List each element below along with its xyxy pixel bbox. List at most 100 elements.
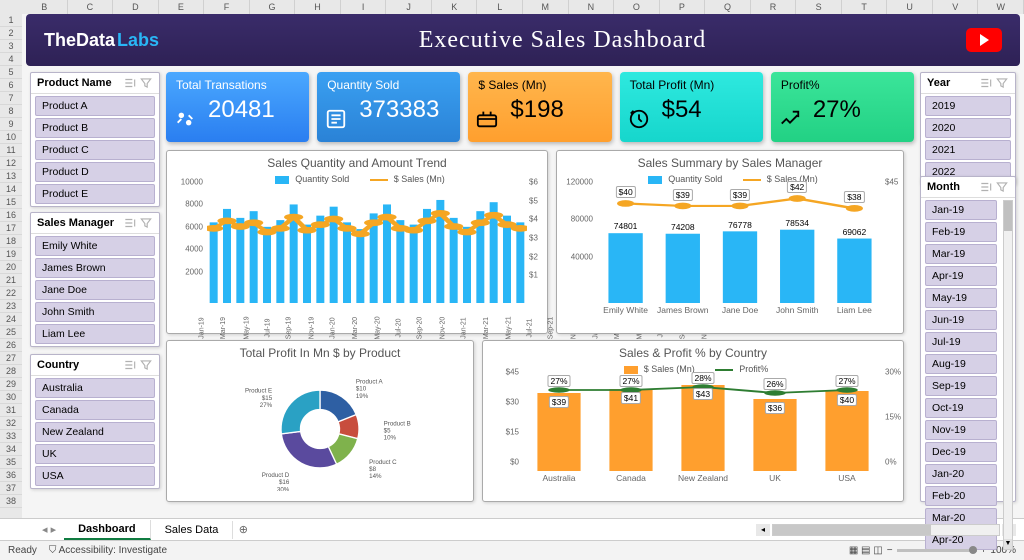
kpi-value: $198 (510, 96, 601, 124)
h-scrollbar[interactable]: ◂▸ (756, 524, 1016, 536)
slicer-country[interactable]: Country AustraliaCanadaNew ZealandUKUSA (30, 354, 160, 489)
slicer-title: Year (927, 77, 977, 89)
chart-plot: 27%27%28%26%27%$39$41$43$36$40 (523, 381, 883, 471)
slicer-item[interactable]: UK (35, 444, 155, 464)
view-icons[interactable]: ▦ ▤ ◫ (849, 545, 883, 556)
clear-filter-icon[interactable] (995, 76, 1009, 90)
slicer-item[interactable]: Jane Doe (35, 280, 155, 300)
x-axis: Jan-19Mar-19May-19Jul-19Sep-19Nov-19Jan-… (207, 305, 527, 331)
y-axis-left: 4000080000120000 (559, 191, 593, 303)
kpi-value: $54 (662, 96, 753, 124)
slicer-item[interactable]: Apr-19 (925, 266, 997, 286)
slicer-item[interactable]: New Zealand (35, 422, 155, 442)
tab-nav-icon[interactable]: ◂ ▸ (42, 523, 56, 536)
svg-text:Product C$814%: Product C$814% (369, 459, 397, 480)
slicer-item[interactable]: Oct-19 (925, 398, 997, 418)
clear-filter-icon[interactable] (139, 358, 153, 372)
status-accessibility[interactable]: ⛉ Accessibility: Investigate (49, 545, 167, 556)
slicer-manager[interactable]: Sales Manager Emily WhiteJames BrownJane… (30, 212, 160, 347)
x-axis: Emily WhiteJames BrownJane DoeJohn Smith… (597, 305, 883, 331)
zoom-out-icon[interactable]: − (887, 545, 893, 556)
slicer-item[interactable]: Product D (35, 162, 155, 182)
svg-text:Product A$1019%: Product A$1019% (356, 379, 384, 400)
multiselect-icon[interactable] (123, 216, 137, 230)
slicer-item[interactable]: Mar-19 (925, 244, 997, 264)
slicer-item[interactable]: Jun-19 (925, 310, 997, 330)
slicer-item[interactable]: Product C (35, 140, 155, 160)
multiselect-icon[interactable] (979, 180, 993, 194)
status-ready: Ready (8, 545, 37, 556)
slicer-item[interactable]: Sep-19 (925, 376, 997, 396)
slicer-item[interactable]: Jan-19 (925, 200, 997, 220)
scrollbar[interactable]: ▲▼ (1003, 200, 1013, 550)
zoom-slider[interactable] (897, 549, 977, 552)
kpi-label: Profit% (781, 78, 904, 92)
svg-text:Product D$1630%: Product D$1630% (262, 472, 290, 491)
status-bar: Ready ⛉ Accessibility: Investigate ▦ ▤ ◫… (0, 540, 1024, 560)
tab-add-icon[interactable]: ⊕ (233, 523, 253, 536)
kpi-label: $ Sales (Mn) (478, 78, 601, 92)
slicer-title: Country (37, 359, 121, 371)
slicer-item[interactable]: 2020 (925, 118, 1011, 138)
slicer-item[interactable]: Dec-19 (925, 442, 997, 462)
slicer-item[interactable]: James Brown (35, 258, 155, 278)
chart-legend: Quantity Sold $ Sales (Mn) (557, 172, 903, 186)
logo: TheDataLabs (44, 30, 159, 51)
slicer-item[interactable]: Feb-19 (925, 222, 997, 242)
multiselect-icon[interactable] (123, 358, 137, 372)
kpi-card: Total Transations 20481 (166, 72, 309, 142)
slicer-item[interactable]: Jan-20 (925, 464, 997, 484)
slicer-month[interactable]: Month Jan-19Feb-19Mar-19Apr-19May-19Jun-… (920, 176, 1016, 502)
chart-country: Sales & Profit % by Country $ Sales (Mn)… (482, 340, 904, 502)
multiselect-icon[interactable] (123, 76, 137, 90)
y-axis-right: $1$2$3$4$5$6 (529, 191, 545, 303)
slicer-product[interactable]: Product Name Product AProduct BProduct C… (30, 72, 160, 207)
slicer-item[interactable]: Nov-19 (925, 420, 997, 440)
slicer-item[interactable]: Canada (35, 400, 155, 420)
slicer-item[interactable]: Australia (35, 378, 155, 398)
kpi-card: $ Sales (Mn) $198 (468, 72, 611, 142)
clear-filter-icon[interactable] (995, 180, 1009, 194)
slicer-item[interactable]: Product E (35, 184, 155, 204)
chart-title: Sales Summary by Sales Manager (557, 151, 903, 172)
tab-dashboard[interactable]: Dashboard (64, 520, 150, 540)
slicer-item[interactable]: Liam Lee (35, 324, 155, 344)
kpi-icon (476, 108, 498, 130)
chart-title: Total Profit In Mn $ by Product (167, 341, 473, 362)
slicer-item[interactable]: Aug-19 (925, 354, 997, 374)
chart-title: Sales Quantity and Amount Trend (167, 151, 547, 172)
slicer-title: Sales Manager (37, 217, 121, 229)
slicer-item[interactable]: John Smith (35, 302, 155, 322)
multiselect-icon[interactable] (979, 76, 993, 90)
youtube-icon[interactable] (966, 28, 1002, 52)
slicer-item[interactable]: May-19 (925, 288, 997, 308)
svg-text:Product E$1527%: Product E$1527% (245, 388, 273, 409)
kpi-label: Total Profit (Mn) (630, 78, 753, 92)
clear-filter-icon[interactable] (139, 76, 153, 90)
y-axis-right: $45 (885, 191, 901, 303)
slicer-title: Product Name (37, 77, 121, 89)
chart-plot: 74801$4074208$3976778$3978534$4269062$38 (597, 191, 883, 303)
slicer-item[interactable]: 2019 (925, 96, 1011, 116)
chart-title: Sales & Profit % by Country (483, 341, 903, 362)
slicer-item[interactable]: Product A (35, 96, 155, 116)
dashboard-canvas: TheDataLabs Executive Sales Dashboard To… (22, 14, 1024, 518)
slicer-item[interactable]: 2021 (925, 140, 1011, 160)
chart-plot: Product A$1019%Product B$510%Product C$8… (177, 367, 463, 491)
x-axis: AustraliaCanadaNew ZealandUKUSA (523, 473, 883, 499)
tab-salesdata[interactable]: Sales Data (151, 521, 234, 539)
slicer-item[interactable]: Jul-19 (925, 332, 997, 352)
slicer-item[interactable]: Product B (35, 118, 155, 138)
dashboard-header: TheDataLabs Executive Sales Dashboard (26, 14, 1020, 66)
sheet-tabs: ◂ ▸ Dashboard Sales Data ⊕ ◂▸ (0, 518, 1024, 540)
kpi-label: Total Transations (176, 78, 299, 92)
slicer-item[interactable]: Emily White (35, 236, 155, 256)
slicer-year[interactable]: Year 2019202020212022 (920, 72, 1016, 185)
chart-legend: Quantity Sold $ Sales (Mn) (167, 172, 547, 186)
y-axis-left: 200040006000800010000 (169, 191, 203, 303)
clear-filter-icon[interactable] (139, 216, 153, 230)
slicer-item[interactable]: USA (35, 466, 155, 486)
slicer-item[interactable]: Feb-20 (925, 486, 997, 506)
kpi-row: Total Transations 20481Quantity Sold 373… (166, 72, 914, 142)
row-numbers: 1234567891011121314151617181920212223242… (0, 14, 22, 518)
